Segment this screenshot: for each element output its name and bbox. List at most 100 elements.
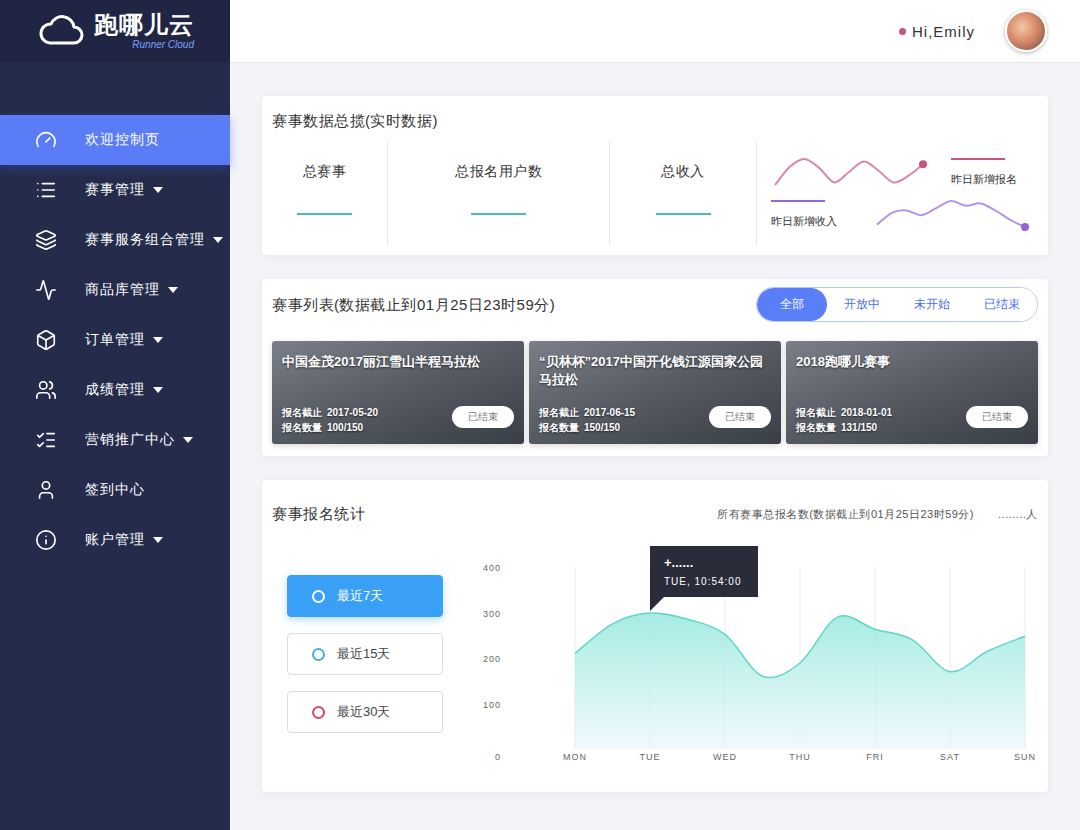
x-label: THU [789,752,811,762]
range-button[interactable]: 最近15天 [287,633,443,675]
sidebar-item-label: 订单管理 [85,331,145,349]
main-area: Hi,Emily赛事数据总揽(实时数据)总赛事总报名用户数总收入昨日新增报名昨日… [230,0,1080,830]
x-label: MON [563,752,587,762]
registration-chart: 4003002001000MONTUEWEDTHUFRISATSUN+.....… [475,557,1040,772]
caret-icon [183,437,193,443]
events-card: 赛事列表(数据截止到01月25日23时59分)全部开放中未开始已结束中国金茂20… [262,279,1048,456]
range-ring-icon [312,590,325,603]
status-button[interactable]: 已结束 [709,406,771,428]
range-ring-icon [312,706,325,719]
range-button[interactable]: 最近7天 [287,575,443,617]
filter-tab[interactable]: 全部 [757,288,827,321]
sidebar-item[interactable]: 签到中心 [0,465,230,515]
range-ring-icon [312,648,325,661]
caret-icon [213,237,223,243]
event-count: 报名数量131/150 [796,421,892,434]
range-label: 最近30天 [337,703,390,721]
menu-icon [35,329,57,351]
menu-icon [35,179,57,201]
tooltip-value: +...... [664,555,744,570]
sidebar-item[interactable]: 订单管理 [0,315,230,365]
event-title: 2018跑哪儿赛事 [796,353,1028,371]
event-footer: 报名截止2018-01-01报名数量131/150已结束 [796,406,1028,434]
event-info: 报名截止2017-06-15报名数量150/150 [539,406,635,434]
tooltip-time: TUE, 10:54:00 [664,576,744,587]
sidebar-menu: 欢迎控制页赛事管理赛事服务组合管理商品库管理订单管理成绩管理营销推广中心签到中心… [0,62,230,565]
trends: 昨日新增报名昨日新增收入 [757,141,1051,245]
stat-value-line [297,213,352,215]
menu-icon [35,279,57,301]
event-card[interactable]: “贝林杯”2017中国开化钱江源国家公园马拉松报名截止2017-06-15报名数… [529,341,781,444]
chart-tooltip: +...... TUE, 10:54:00 [650,546,758,597]
menu-icon [35,429,57,451]
trend-legend: 昨日新增收入 [771,200,851,229]
sidebar: 跑哪儿云Runner Cloud欢迎控制页赛事管理赛事服务组合管理商品库管理订单… [0,0,230,830]
user-avatar[interactable] [1005,10,1047,52]
events-title: 赛事列表(数据截止到01月25日23时59分) [272,295,555,315]
stat-label: 总收入 [661,163,705,181]
trend-sparkline [771,155,929,189]
sidebar-item[interactable]: 成绩管理 [0,365,230,415]
event-count: 报名数量100/150 [282,421,378,434]
event-card[interactable]: 2018跑哪儿赛事报名截止2018-01-01报名数量131/150已结束 [786,341,1038,444]
range-list: 最近7天最近15天最近30天 [287,557,443,733]
dashboard-page: 跑哪儿云Runner Cloud欢迎控制页赛事管理赛事服务组合管理商品库管理订单… [0,0,1080,830]
stat-cell: 总赛事 [262,141,388,245]
content: 赛事数据总揽(实时数据)总赛事总报名用户数总收入昨日新增报名昨日新增收入赛事列表… [230,63,1080,806]
top-header: Hi,Emily [230,0,1080,63]
range-label: 最近15天 [337,645,390,663]
caret-icon [153,337,163,343]
x-label: TUE [640,752,661,762]
x-label: SUN [1014,752,1036,762]
sidebar-item-label: 营销推广中心 [85,431,175,449]
caret-icon [168,287,178,293]
sidebar-item[interactable]: 账户管理 [0,515,230,565]
chart-line [575,613,1025,678]
menu-icon [35,479,57,501]
trend-end-dot [1021,223,1029,231]
trend-sparkline [873,197,1031,231]
y-tick: 400 [483,563,501,573]
status-button[interactable]: 已结束 [452,406,514,428]
trend-line [877,201,1025,227]
sidebar-item[interactable]: 赛事服务组合管理 [0,215,230,265]
events-header: 赛事列表(数据截止到01月25日23时59分) 全部开放中未开始已结束 [272,287,1038,322]
logo-name: 跑哪儿云 [94,11,194,39]
caret-icon [153,537,163,543]
overview-title: 赛事数据总揽(实时数据) [262,111,1048,131]
event-deadline: 报名截止2017-05-20 [282,406,378,419]
y-tick: 300 [483,609,501,619]
user-greeting[interactable]: Hi,Emily [899,23,975,40]
event-count: 报名数量150/150 [539,421,635,434]
trend-end-dot [919,160,927,168]
summary-total: ........人 [998,507,1038,522]
range-button[interactable]: 最近30天 [287,691,443,733]
sidebar-item-label: 欢迎控制页 [85,131,160,149]
overview-card: 赛事数据总揽(实时数据)总赛事总报名用户数总收入昨日新增报名昨日新增收入 [262,96,1048,255]
menu-icon [35,529,57,551]
trend-label: 昨日新增收入 [771,214,837,229]
sidebar-item-label: 赛事管理 [85,181,145,199]
caret-icon [153,387,163,393]
sidebar-item[interactable]: 赛事管理 [0,165,230,215]
menu-icon [35,229,57,251]
sidebar-item[interactable]: 欢迎控制页 [0,115,230,165]
filter-tab[interactable]: 未开始 [897,288,967,321]
x-label: SAT [940,752,960,762]
status-button[interactable]: 已结束 [966,406,1028,428]
logo[interactable]: 跑哪儿云Runner Cloud [0,0,230,62]
event-title: 中国金茂2017丽江雪山半程马拉松 [282,353,514,371]
registration-body: 最近7天最近15天最近30天4003002001000MONTUEWEDTHUF… [272,557,1038,772]
filter-tab[interactable]: 开放中 [827,288,897,321]
greeting-text: Hi,Emily [912,23,975,40]
summary-text: 所有赛事总报名数(数据截止到01月25日23时59分) [717,507,974,522]
sidebar-item-label: 签到中心 [85,481,145,499]
filter-tab[interactable]: 已结束 [967,288,1037,321]
event-card[interactable]: 中国金茂2017丽江雪山半程马拉松报名截止2017-05-20 报名数量100/1… [272,341,524,444]
registration-header: 赛事报名统计所有赛事总报名数(数据截止到01月25日23时59分).......… [272,504,1038,524]
event-footer: 报名截止2017-06-15报名数量150/150 已结束 [539,406,771,434]
sidebar-item[interactable]: 营销推广中心 [0,415,230,465]
sidebar-item[interactable]: 商品库管理 [0,265,230,315]
stat-label: 总赛事 [303,163,347,181]
trend-row: 昨日新增报名 [771,155,1051,189]
